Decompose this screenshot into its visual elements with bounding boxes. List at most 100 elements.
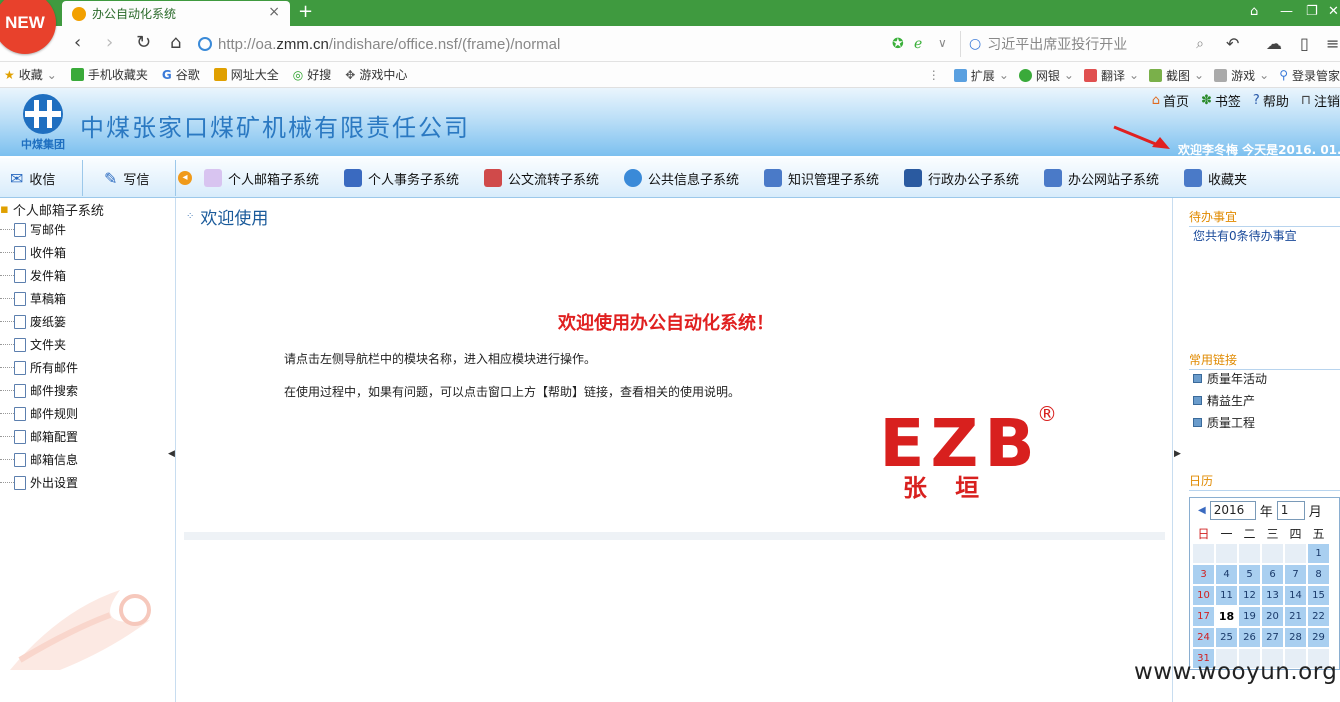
calendar-day[interactable]: 10 (1193, 586, 1214, 605)
calendar-day[interactable]: 6 (1262, 565, 1283, 584)
calendar-day[interactable]: 28 (1285, 628, 1306, 647)
tree-item-trash[interactable]: 废纸篓 (14, 313, 66, 330)
calendar-day[interactable]: 14 (1285, 586, 1306, 605)
folder-icon: ▪ (0, 202, 9, 217)
module-personal-mail[interactable]: 个人邮箱子系统 (204, 158, 319, 198)
link-quality-year[interactable]: 质量年活动 (1193, 370, 1267, 387)
nav-prev-button[interactable]: ◂ (178, 158, 192, 198)
phone-icon[interactable]: ▯ (1300, 34, 1309, 53)
toolbar-screenshot[interactable]: 截图 ⌄ (1149, 67, 1204, 84)
tree-item-all-mail[interactable]: 所有邮件 (14, 359, 78, 376)
pencil-icon: ✎ (104, 168, 118, 188)
link-lean-production[interactable]: 精益生产 (1193, 392, 1255, 409)
ie-mode-icon[interactable]: ℯ (914, 36, 922, 52)
module-favorites[interactable]: 收藏夹 (1184, 158, 1247, 198)
back-icon[interactable]: ‹ (74, 32, 81, 53)
undo-icon[interactable]: ↶ (1226, 34, 1239, 53)
module-document-flow[interactable]: 公文流转子系统 (484, 158, 599, 198)
toolbar-extend[interactable]: 扩展 ⌄ (953, 67, 1009, 84)
calendar-day[interactable]: 29 (1308, 628, 1329, 647)
bookmark-link[interactable]: ✽ 书签 (1201, 91, 1241, 110)
module-public-info[interactable]: 公共信息子系统 (624, 158, 739, 198)
calendar-day[interactable]: 21 (1285, 607, 1306, 626)
tree-item-rules[interactable]: 邮件规则 (14, 405, 78, 422)
tree-root[interactable]: ▪ 个人邮箱子系统 (0, 200, 104, 219)
tree-item-config[interactable]: 邮箱配置 (14, 428, 78, 445)
more-icon[interactable]: ⋮ (928, 68, 940, 82)
forward-icon[interactable]: › (106, 32, 113, 53)
calendar-prev-icon[interactable]: ◀ (1198, 505, 1206, 516)
help-instruction-text: 在使用过程中，如果有问题，可以点击窗口上方【帮助】链接，查看相关的使用说明。 (284, 385, 741, 399)
calendar-day[interactable]: 17 (1193, 607, 1214, 626)
inbox-button[interactable]: ✉ 收信 (10, 158, 55, 198)
reload-icon[interactable]: ↻ (136, 32, 151, 53)
menu-icon[interactable]: ≡ (1326, 34, 1339, 53)
calendar-day[interactable]: 12 (1239, 586, 1260, 605)
calendar-day[interactable]: 7 (1285, 565, 1306, 584)
todo-text[interactable]: 您共有0条待办事宜 (1193, 227, 1297, 244)
bookmark-favorites[interactable]: ★ 收藏 ⌄ (4, 66, 57, 83)
browser-tab-active[interactable]: 办公自动化系统 × (62, 1, 290, 26)
calendar-day[interactable]: 27 (1262, 628, 1283, 647)
bookmark-games[interactable]: ✥ 游戏中心 (345, 66, 407, 83)
calendar-day[interactable]: 26 (1239, 628, 1260, 647)
module-admin-office[interactable]: 行政办公子系统 (904, 158, 1019, 198)
tree-item-drafts[interactable]: 草稿箱 (14, 290, 66, 307)
toolbar-login[interactable]: ⚲ 登录管家 (1279, 67, 1340, 84)
calendar-day[interactable]: 8 (1308, 565, 1329, 584)
calendar-day[interactable]: 1 (1308, 544, 1329, 563)
tree-item-compose[interactable]: 写邮件 (14, 221, 66, 238)
calendar-day[interactable]: 19 (1239, 607, 1260, 626)
skin-icon[interactable]: ⌂ (1250, 4, 1258, 19)
tree-item-info[interactable]: 邮箱信息 (14, 451, 78, 468)
toolbar-games[interactable]: 游戏 ⌄ (1214, 67, 1269, 84)
logout-link[interactable]: ⊓ 注销 (1301, 91, 1340, 110)
tab-close-icon[interactable]: × (268, 4, 280, 20)
home-link[interactable]: ⌂ 首页 (1152, 91, 1189, 110)
bookmark-mobile[interactable]: 手机收藏夹 (70, 66, 148, 83)
calendar-year-input[interactable]: 2016 (1209, 501, 1256, 520)
year-label: 年 (1259, 505, 1273, 520)
url-input[interactable]: http://oa.zmm.cn/indishare/office.nsf/(f… (198, 31, 948, 57)
calendar-day[interactable]: 25 (1216, 628, 1237, 647)
tree-item-inbox[interactable]: 收件箱 (14, 244, 66, 261)
search-input[interactable]: ○ 习近平出席亚投行开业 ⌕ (960, 31, 1210, 57)
tree-item-sent[interactable]: 发件箱 (14, 267, 66, 284)
bookmark-google[interactable]: G 谷歌 (162, 66, 200, 83)
calendar-month-input[interactable]: 1 (1276, 501, 1305, 520)
write-button[interactable]: ✎ 写信 (104, 158, 149, 198)
calendar-day[interactable]: 4 (1216, 565, 1237, 584)
home-icon[interactable]: ⌂ (170, 32, 181, 53)
tree-item-search[interactable]: 邮件搜索 (14, 382, 78, 399)
minimize-icon[interactable]: — (1280, 4, 1293, 19)
new-tab-button[interactable]: + (298, 1, 313, 22)
calendar-day[interactable]: 20 (1262, 607, 1283, 626)
calendar-day[interactable]: 18 (1216, 607, 1237, 626)
bookmark-sites[interactable]: 网址大全 (213, 66, 279, 83)
toolbar-translate[interactable]: 翻译 ⌄ (1083, 67, 1139, 84)
help-link[interactable]: ? 帮助 (1253, 91, 1289, 110)
calendar-day[interactable]: 3 (1193, 565, 1214, 584)
calendar-day[interactable]: 11 (1216, 586, 1237, 605)
toolbar-bank[interactable]: 网银 ⌄ (1018, 67, 1074, 84)
calendar-day[interactable]: 22 (1308, 607, 1329, 626)
bookmark-haosou[interactable]: ◎ 好搜 (293, 66, 332, 83)
tree-item-folders[interactable]: 文件夹 (14, 336, 66, 353)
welcome-text: 欢迎李冬梅 今天是2016. 01. (1178, 143, 1340, 157)
module-knowledge[interactable]: 知识管理子系统 (764, 158, 879, 198)
module-office-site[interactable]: 办公网站子系统 (1044, 158, 1159, 198)
maximize-icon[interactable]: ❐ (1306, 4, 1318, 19)
calendar-day[interactable]: 13 (1262, 586, 1283, 605)
calendar-day[interactable]: 5 (1239, 565, 1260, 584)
tree-item-away[interactable]: 外出设置 (14, 474, 78, 491)
url-dropdown-icon[interactable]: ∨ (938, 36, 947, 50)
cloud-icon[interactable]: ☁ (1266, 34, 1282, 53)
calendar-day[interactable]: 15 (1308, 586, 1329, 605)
security-icon[interactable]: ✪ (892, 36, 904, 52)
search-icon[interactable]: ⌕ (1196, 36, 1204, 52)
link-quality-engineering[interactable]: 质量工程 (1193, 414, 1255, 431)
module-personal-affairs[interactable]: 个人事务子系统 (344, 158, 459, 198)
collapse-left-icon[interactable]: ◀ (168, 449, 175, 459)
calendar-day[interactable]: 24 (1193, 628, 1214, 647)
window-close-icon[interactable]: ✕ (1328, 4, 1339, 19)
